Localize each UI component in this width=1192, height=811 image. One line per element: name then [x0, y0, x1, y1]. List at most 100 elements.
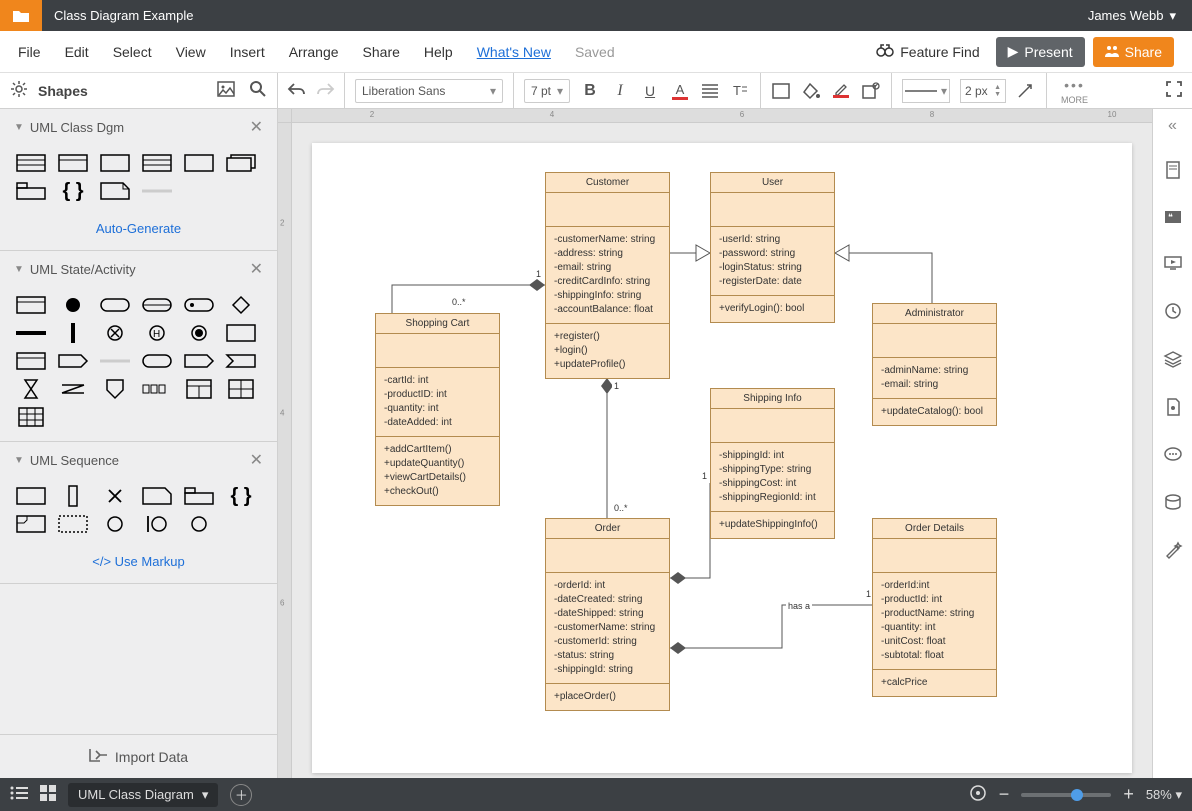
shape-multi[interactable]	[224, 153, 258, 173]
panel-header-uml-state[interactable]: ▼ UML State/Activity ✕	[0, 251, 277, 287]
line-style-selector[interactable]: ▾	[902, 79, 950, 103]
text-options-button[interactable]: T	[730, 81, 750, 101]
more-button[interactable]: ••• MORE	[1047, 73, 1102, 108]
zoom-slider[interactable]	[1021, 793, 1111, 797]
shape-braces2[interactable]: { }	[224, 486, 258, 506]
menu-whats-new[interactable]: What's New	[477, 44, 551, 60]
shape-package2[interactable]	[182, 486, 216, 506]
shape-options-button[interactable]	[861, 81, 881, 101]
shape-pill4[interactable]	[140, 351, 174, 371]
menu-select[interactable]: Select	[113, 44, 152, 60]
class-user[interactable]: User -userId: string -password: string -…	[710, 172, 835, 323]
shape-table3[interactable]	[14, 407, 48, 427]
shape-pill[interactable]	[98, 295, 132, 315]
class-customer[interactable]: Customer -customerName: string -address:…	[545, 172, 670, 379]
shape-class2[interactable]	[140, 153, 174, 173]
underline-button[interactable]: U	[640, 81, 660, 101]
import-data-button[interactable]: Import Data	[0, 734, 277, 778]
comment-icon[interactable]: ❝	[1164, 210, 1182, 229]
menu-insert[interactable]: Insert	[230, 44, 265, 60]
user-menu[interactable]: James Webb ▾	[1088, 8, 1192, 24]
undo-icon[interactable]	[288, 82, 306, 99]
shape-signal-send[interactable]	[182, 351, 216, 371]
shape-interface[interactable]	[98, 153, 132, 173]
panel-header-uml-class[interactable]: ▼ UML Class Dgm ✕	[0, 109, 277, 145]
shape-table2[interactable]	[182, 379, 216, 399]
shape-rect[interactable]	[224, 323, 258, 343]
shape-region[interactable]	[14, 351, 48, 371]
class-order-details[interactable]: Order Details -orderId:int -productId: i…	[872, 518, 997, 697]
class-administrator[interactable]: Administrator -adminName: string -email:…	[872, 303, 997, 426]
search-icon[interactable]	[249, 80, 267, 101]
fullscreen-icon[interactable]	[1166, 81, 1182, 100]
shape-destroy[interactable]	[98, 486, 132, 506]
share-button[interactable]: Share	[1093, 37, 1174, 67]
chat-icon[interactable]	[1164, 447, 1182, 468]
shape-final[interactable]	[182, 323, 216, 343]
line-arrow-button[interactable]	[1016, 81, 1036, 101]
shape-line2[interactable]	[98, 351, 132, 371]
close-icon[interactable]: ✕	[250, 259, 263, 279]
shape-class[interactable]	[14, 153, 48, 173]
menu-view[interactable]: View	[176, 44, 206, 60]
shape-x-circle[interactable]	[98, 323, 132, 343]
shape-pill3[interactable]	[182, 295, 216, 315]
menu-file[interactable]: File	[18, 44, 41, 60]
add-page-button[interactable]: ＋	[230, 784, 252, 806]
diagram-page[interactable]: 0..* 1 1 0..* 1 1 has a Customer -custom…	[312, 143, 1132, 773]
page-panel-icon[interactable]	[1165, 161, 1181, 184]
present-button[interactable]: ▶ Present	[996, 37, 1085, 67]
shape-simple-class[interactable]	[56, 153, 90, 173]
canvas[interactable]: 2 4 6 8 10 2 4 6	[278, 109, 1152, 778]
align-button[interactable]	[700, 81, 720, 101]
menu-arrange[interactable]: Arrange	[289, 44, 339, 60]
menu-edit[interactable]: Edit	[65, 44, 89, 60]
fill-bucket-button[interactable]	[801, 81, 821, 101]
shape-grid[interactable]	[224, 379, 258, 399]
shape-object[interactable]	[14, 486, 48, 506]
shape-circle-bar[interactable]	[140, 514, 174, 534]
list-view-icon[interactable]	[10, 786, 28, 803]
shape-initial[interactable]	[56, 295, 90, 315]
auto-generate-link[interactable]: Auto-Generate	[0, 215, 277, 250]
class-shipping-info[interactable]: Shipping Info -shippingId: int -shipping…	[710, 388, 835, 539]
line-width-selector[interactable]: 2 px▲▼	[960, 79, 1006, 103]
use-markup-link[interactable]: </> Use Markup	[0, 548, 277, 583]
shape-h-circle[interactable]: H	[140, 323, 174, 343]
shape-braces[interactable]: { }	[56, 181, 90, 201]
gear-icon[interactable]	[10, 80, 28, 101]
shape-circle2[interactable]	[182, 514, 216, 534]
history-icon[interactable]	[1164, 302, 1182, 325]
shapes-button[interactable]: Shapes	[38, 83, 88, 99]
layers-icon[interactable]	[1164, 351, 1182, 372]
shape-note[interactable]	[98, 181, 132, 201]
feature-find[interactable]: Feature Find	[876, 43, 979, 60]
grid-view-icon[interactable]	[40, 785, 56, 804]
shape-activation[interactable]	[56, 486, 90, 506]
panel-header-uml-sequence[interactable]: ▼ UML Sequence ✕	[0, 442, 277, 478]
shape-note2[interactable]	[140, 486, 174, 506]
class-shopping-cart[interactable]: Shopping Cart -cartId: int -productID: i…	[375, 313, 500, 506]
font-size-selector[interactable]: 7 pt▾	[524, 79, 570, 103]
zoom-level[interactable]: 58% ▾	[1146, 787, 1182, 803]
shape-package[interactable]	[14, 181, 48, 201]
shape-fragment[interactable]	[14, 514, 48, 534]
collapse-icon[interactable]: «	[1168, 117, 1177, 135]
shape-shield[interactable]	[98, 379, 132, 399]
menu-share[interactable]: Share	[363, 44, 400, 60]
shape-fill-button[interactable]	[771, 81, 791, 101]
shape-line[interactable]	[140, 181, 174, 201]
shape-bar-h[interactable]	[14, 323, 48, 343]
font-selector[interactable]: Liberation Sans▾	[355, 79, 503, 103]
shape-bar-v[interactable]	[56, 323, 90, 343]
menu-help[interactable]: Help	[424, 44, 453, 60]
present-icon[interactable]	[1164, 255, 1182, 276]
shape-dashed[interactable]	[56, 514, 90, 534]
target-icon[interactable]	[969, 784, 987, 805]
redo-icon[interactable]	[316, 82, 334, 99]
shape-circle-small[interactable]	[98, 514, 132, 534]
close-icon[interactable]: ✕	[250, 117, 263, 137]
page-tab[interactable]: UML Class Diagram ▾	[68, 783, 218, 807]
shape-state[interactable]	[14, 295, 48, 315]
shape-send[interactable]	[56, 351, 90, 371]
